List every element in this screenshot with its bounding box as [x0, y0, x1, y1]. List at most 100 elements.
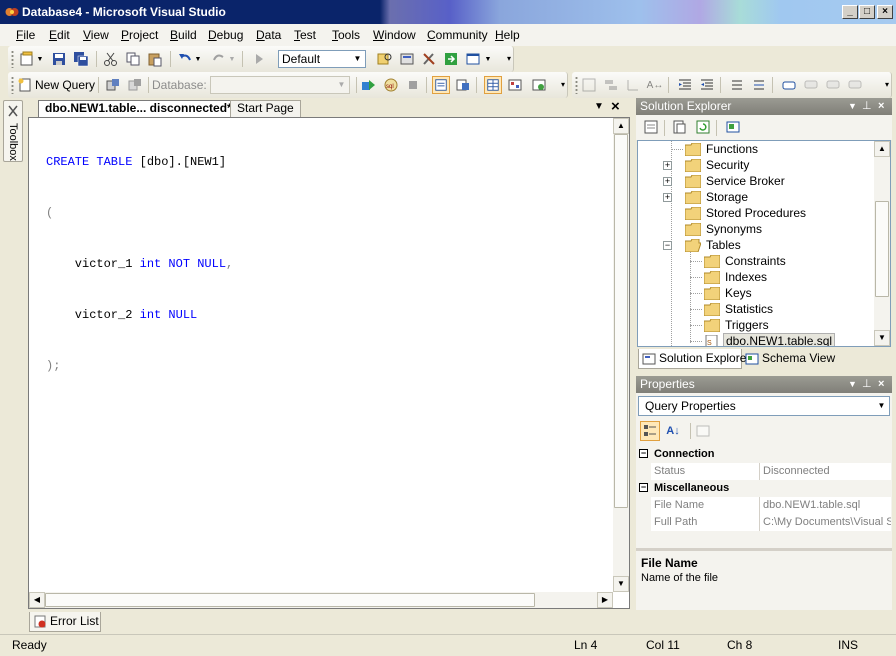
scroll-up-icon[interactable]: ▲ — [613, 118, 629, 134]
sql-editor[interactable]: CREATE TABLE [dbo].[NEW1] ( victor_1 int… — [28, 117, 630, 609]
scroll-right-icon[interactable]: ▶ — [597, 592, 613, 608]
align-bottom-icon[interactable] — [624, 76, 642, 94]
display-plan-icon[interactable] — [506, 76, 524, 94]
view-designer-icon[interactable] — [724, 118, 742, 136]
solution-explorer-toolbar-icon[interactable] — [398, 50, 416, 68]
close-panel-icon[interactable]: × — [878, 98, 884, 115]
scroll-down-icon[interactable]: ▼ — [874, 330, 890, 346]
minimize-button[interactable]: _ — [842, 5, 858, 19]
tree-item-constraints[interactable]: Constraints — [704, 253, 786, 269]
tab-start-page[interactable]: Start Page — [230, 100, 301, 117]
command-window-icon[interactable] — [464, 50, 482, 68]
tree-item-synonyms[interactable]: Synonyms — [685, 221, 762, 237]
menu-build[interactable]: Build — [170, 28, 197, 42]
menu-window[interactable]: Window — [373, 28, 416, 42]
tools-icon[interactable] — [420, 50, 438, 68]
tab-list-dropdown-icon[interactable]: ▼ — [594, 101, 604, 112]
toggle-bookmark-icon[interactable] — [780, 76, 798, 94]
uncomment-icon[interactable] — [750, 76, 768, 94]
solution-configuration-select[interactable]: Default ▼ — [278, 50, 366, 68]
properties-object-select[interactable]: Query Properties ▼ — [638, 396, 890, 416]
collapse-icon[interactable]: − — [639, 483, 648, 492]
align-left-icon[interactable] — [602, 76, 620, 94]
auto-hide-pin-icon[interactable]: ⊥ — [862, 98, 872, 115]
undo-icon[interactable] — [176, 50, 194, 68]
menu-debug[interactable]: Debug — [208, 28, 243, 42]
new-project-icon[interactable] — [18, 50, 36, 68]
toolbar-grip[interactable] — [575, 76, 578, 94]
find-in-files-icon[interactable] — [376, 50, 394, 68]
object-browser-icon[interactable] — [442, 50, 460, 68]
align-grid-icon[interactable] — [580, 76, 598, 94]
expand-service-broker-icon[interactable]: + — [663, 177, 672, 186]
toolbar-options-chevron-icon[interactable]: ▾ — [507, 54, 511, 63]
redo-icon[interactable] — [210, 50, 228, 68]
expand-storage-icon[interactable]: + — [663, 193, 672, 202]
validate-sql-icon[interactable]: sql — [382, 76, 400, 94]
close-panel-icon[interactable]: × — [878, 376, 884, 393]
tab-solution-explorer[interactable]: Solution Explorer — [638, 349, 750, 369]
previous-bookmark-icon[interactable] — [802, 76, 820, 94]
property-pages-icon[interactable] — [694, 422, 712, 440]
collapse-icon[interactable]: − — [639, 449, 648, 458]
results-to-grid-icon[interactable] — [484, 76, 502, 94]
alphabetical-icon[interactable]: A↓ — [664, 422, 682, 440]
save-icon[interactable] — [50, 50, 68, 68]
new-query-icon[interactable] — [16, 76, 34, 94]
chevron-down-icon[interactable]: ▼ — [36, 50, 44, 68]
next-bookmark-icon[interactable] — [824, 76, 842, 94]
toolbox-tab[interactable]: Toolbox — [3, 100, 23, 162]
menu-tools[interactable]: Tools — [332, 28, 360, 42]
tree-vertical-scrollbar[interactable]: ▲ ▼ — [874, 141, 890, 346]
undo-dropdown-icon[interactable]: ▼ — [194, 50, 202, 68]
properties-icon[interactable] — [642, 118, 660, 136]
save-all-icon[interactable] — [72, 50, 90, 68]
redo-dropdown-icon[interactable]: ▼ — [228, 50, 236, 68]
scroll-thumb[interactable] — [45, 593, 535, 607]
scroll-thumb[interactable] — [875, 201, 889, 297]
tree-item-stored-procedures[interactable]: Stored Procedures — [685, 205, 806, 221]
tab-schema-view[interactable]: Schema View — [742, 349, 838, 369]
tree-item-keys[interactable]: Keys — [704, 285, 752, 301]
maximize-button[interactable]: □ — [859, 5, 875, 19]
text-size-icon[interactable]: A↔ — [646, 76, 664, 94]
scroll-left-icon[interactable]: ◀ — [29, 592, 45, 608]
query-options-icon[interactable] — [530, 76, 548, 94]
window-position-icon[interactable]: ▼ — [848, 376, 857, 393]
menu-test[interactable]: Test — [294, 28, 316, 42]
editor-vertical-scrollbar[interactable]: ▲ ▼ — [613, 118, 629, 592]
results-to-text-icon[interactable] — [432, 76, 450, 94]
results-to-file-icon[interactable] — [454, 76, 472, 94]
command-dropdown-icon[interactable]: ▼ — [484, 50, 492, 68]
tree-item-storage[interactable]: Storage — [685, 189, 748, 205]
auto-hide-pin-icon[interactable]: ⊥ — [862, 376, 872, 393]
property-row-full-path[interactable]: Full Path C:\My Documents\Visual St — [637, 514, 891, 531]
collapse-tables-icon[interactable]: − — [663, 241, 672, 250]
tree-item-dbo-new1-table-sql[interactable]: Sdbo.NEW1.table.sql — [704, 333, 836, 346]
property-row-status[interactable]: Status Disconnected — [637, 463, 891, 480]
category-miscellaneous[interactable]: − Miscellaneous — [637, 480, 891, 497]
indent-decrease-icon[interactable] — [676, 76, 694, 94]
refresh-icon[interactable] — [694, 118, 712, 136]
close-document-icon[interactable]: × — [611, 98, 620, 115]
menu-edit[interactable]: Edit — [49, 28, 70, 42]
solution-explorer-tree[interactable]: Functions + Security + Service Broker + … — [637, 140, 891, 347]
code-text[interactable]: CREATE TABLE [dbo].[NEW1] ( victor_1 int… — [46, 120, 233, 409]
indent-increase-icon[interactable] — [698, 76, 716, 94]
toolbar-grip[interactable] — [11, 76, 14, 94]
property-row-file-name[interactable]: File Name dbo.NEW1.table.sql — [637, 497, 891, 514]
toolbar-options-chevron-icon[interactable]: ▾ — [561, 80, 565, 89]
menu-community[interactable]: Community — [427, 28, 488, 42]
change-connection-icon[interactable] — [126, 76, 144, 94]
scroll-up-icon[interactable]: ▲ — [874, 141, 890, 157]
window-position-icon[interactable]: ▼ — [848, 98, 857, 115]
tree-item-triggers[interactable]: Triggers — [704, 317, 769, 333]
tab-dbo-new1-table[interactable]: dbo.NEW1.table... disconnected* — [38, 100, 239, 117]
start-debugging-icon[interactable] — [250, 50, 268, 68]
categorized-icon[interactable] — [640, 421, 660, 441]
database-select[interactable]: ▼ — [210, 76, 350, 94]
toolbar-grip[interactable] — [11, 50, 14, 68]
close-button[interactable]: × — [877, 5, 893, 19]
toolbar-options-chevron-icon[interactable]: ▾ — [885, 80, 889, 89]
menu-view[interactable]: View — [83, 28, 109, 42]
